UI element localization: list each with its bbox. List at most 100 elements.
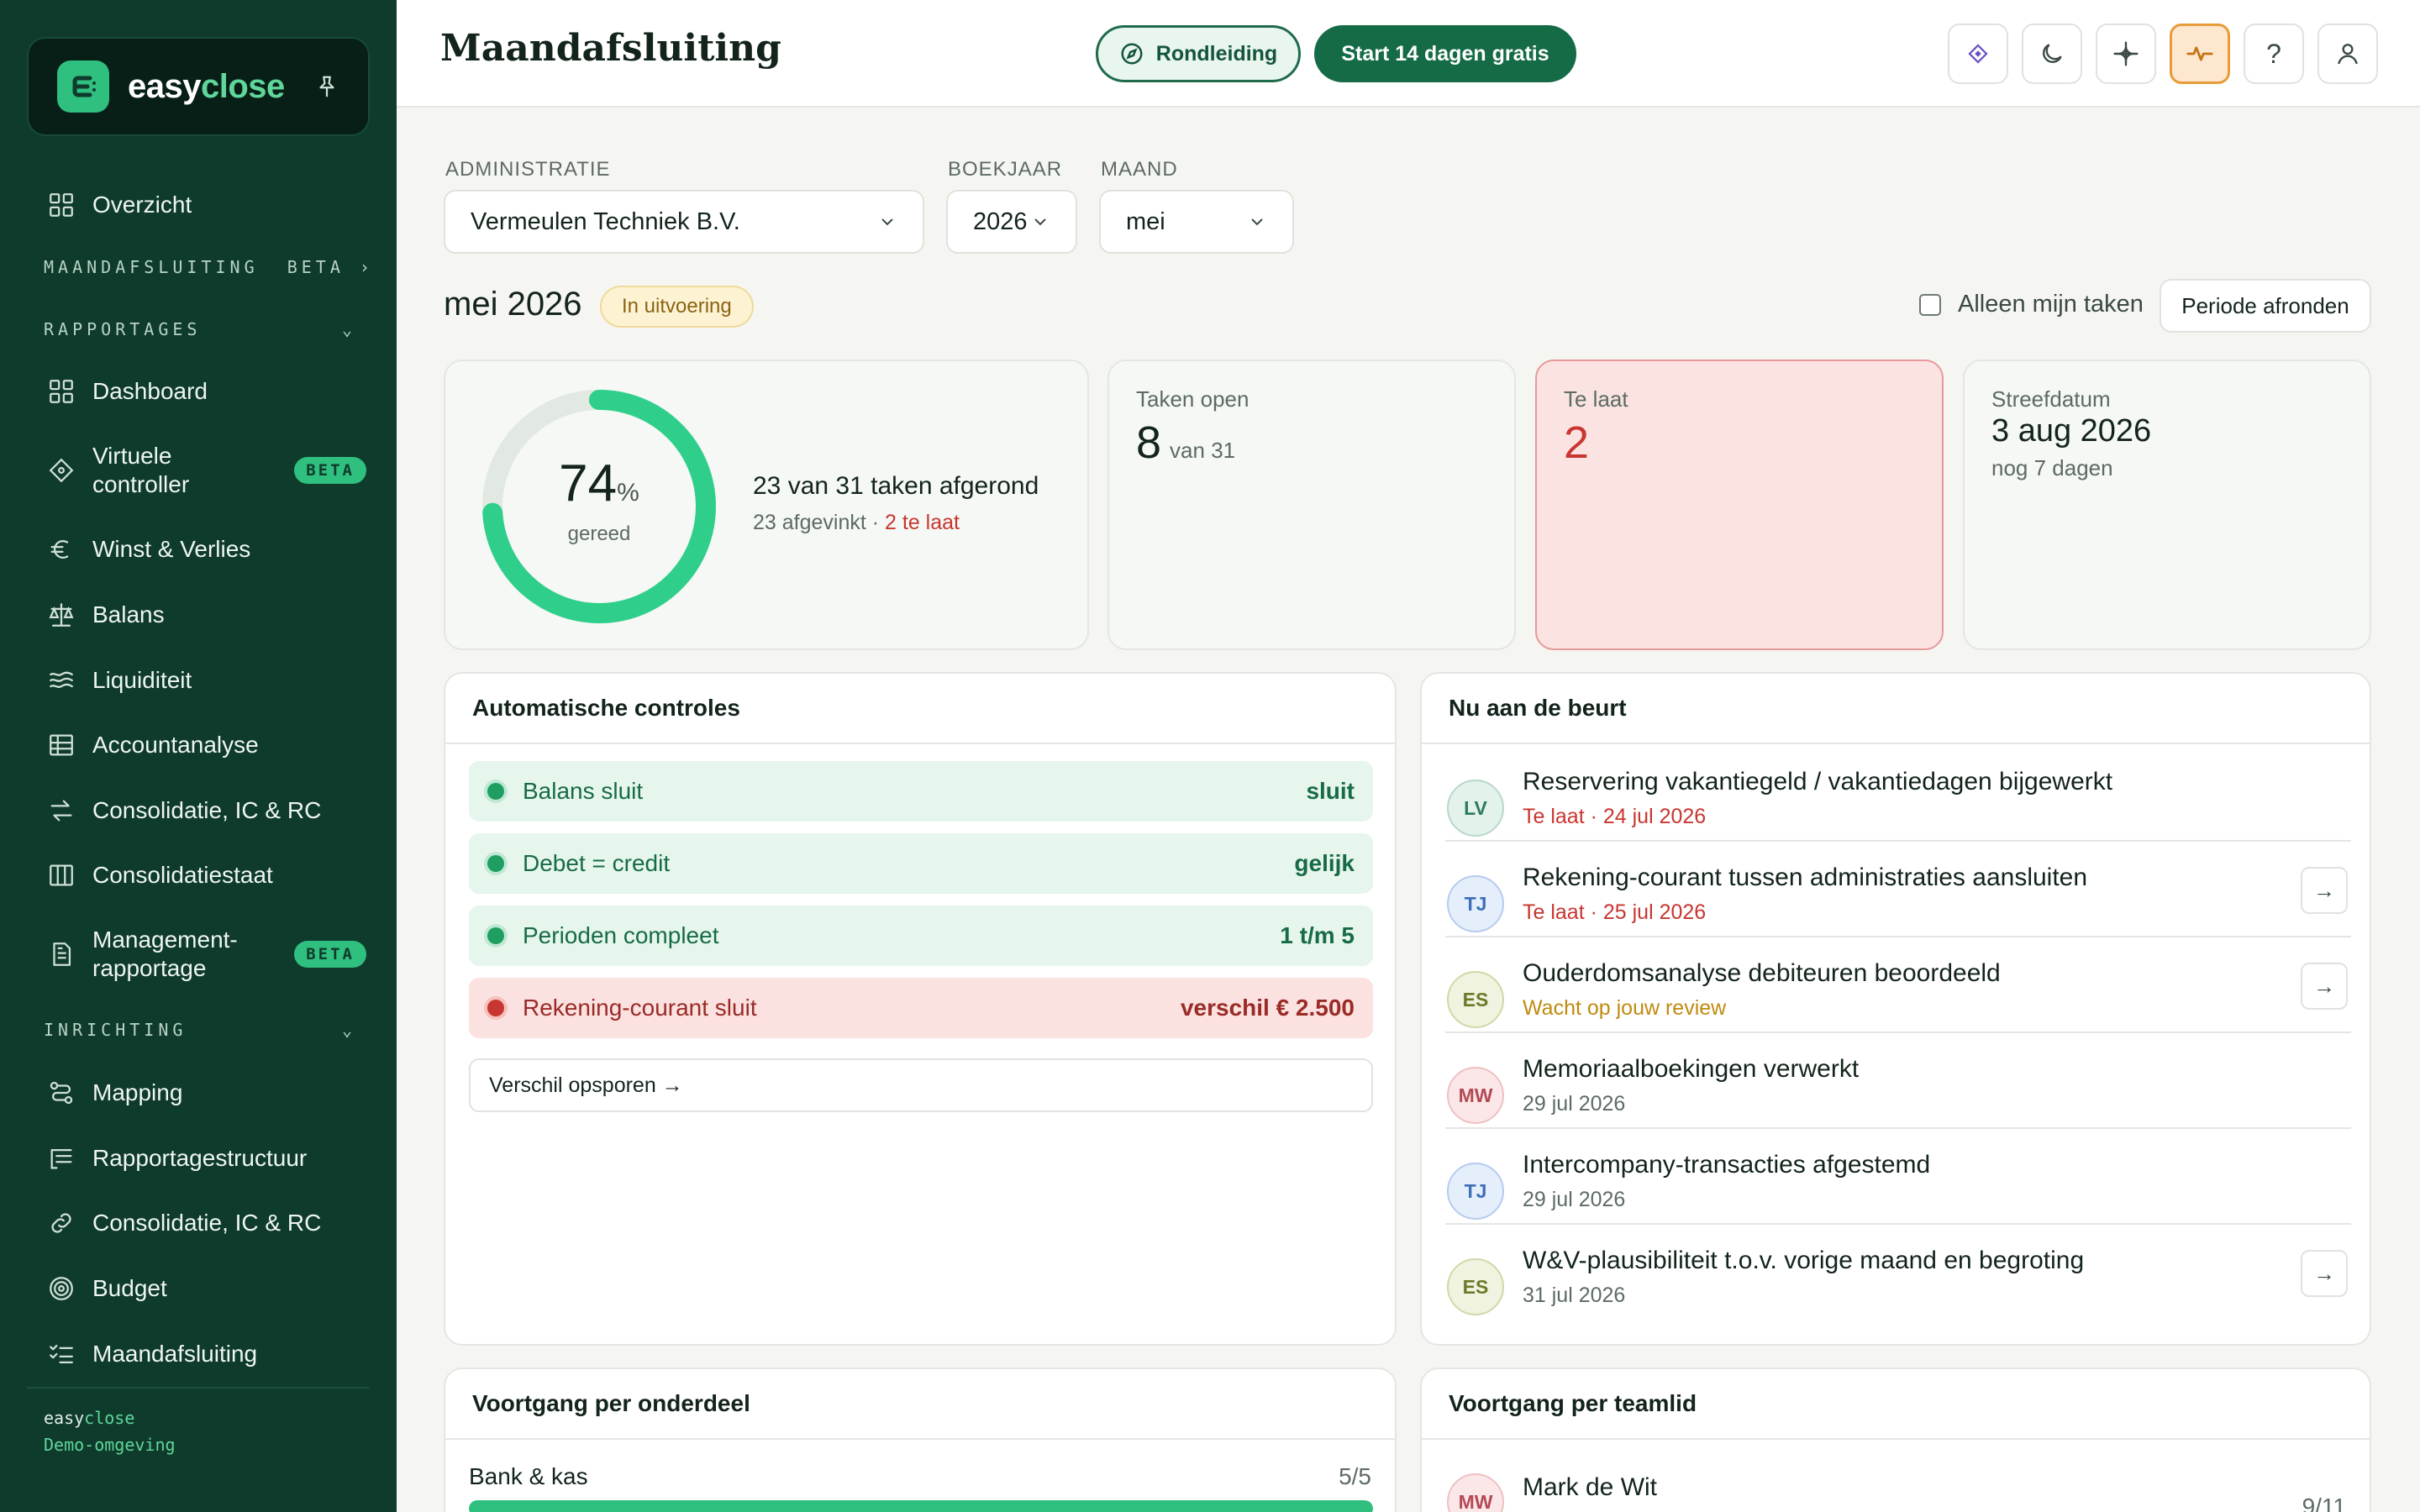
check-value: verschil € 2.500 (1180, 995, 1355, 1021)
task-row[interactable]: ES W&V-plausibiliteit t.o.v. vorige maan… (1445, 1225, 2351, 1320)
arrow-right-icon[interactable]: → (2301, 867, 2348, 914)
dark-mode-button[interactable] (2022, 24, 2082, 84)
user-menu-button[interactable] (2317, 24, 2378, 84)
sidebar-item-consolidatie-ic-rc[interactable]: Consolidatie, IC & RC (47, 796, 366, 825)
sidebar-item-budget[interactable]: Budget (47, 1274, 366, 1303)
close-period-button[interactable]: Periode afronden (2160, 279, 2371, 333)
sparkle-icon (2113, 41, 2139, 66)
automatic-checks-card: Automatische controles Balans sluit slui… (444, 672, 1397, 1346)
brand-name: easyclose (128, 67, 285, 105)
check-row: Perioden compleet 1 t/m 5 (469, 906, 1373, 966)
start-trial-button[interactable]: Start 14 dagen gratis (1314, 25, 1576, 82)
trace-difference-button[interactable]: Verschil opsporen → (469, 1058, 1373, 1112)
chevron-down-icon (881, 218, 893, 226)
sidebar-item-rapportagestructuur[interactable]: Rapportagestructuur (47, 1144, 366, 1173)
easyclose-logo-icon (57, 60, 109, 113)
sidebar-item-label: Accountanalyse (92, 732, 259, 758)
progress-caption: gereed (567, 522, 631, 545)
brand-header[interactable]: easyclose (27, 37, 370, 136)
help-button[interactable]: ? (2244, 24, 2304, 84)
sidebar-item-managementrapportage[interactable]: Management- rapportage BETA (47, 926, 366, 983)
progress-percent: 74% (559, 454, 639, 512)
check-value: sluit (1306, 778, 1355, 804)
sidebar-item-label: Management- rapportage (92, 927, 238, 981)
arrow-right-icon[interactable]: → (2301, 1250, 2348, 1297)
check-row: Debet = credit gelijk (469, 833, 1373, 894)
maand-label: MAAND (1101, 158, 1178, 181)
next-up-title: Nu aan de beurt (1422, 674, 2370, 744)
sparkle-button[interactable] (2096, 24, 2156, 84)
progress-by-member-title: Voortgang per teamlid (1422, 1369, 2370, 1440)
user-icon (2338, 44, 2358, 65)
section-rapportages[interactable]: RAPPORTAGES ⌄ (44, 319, 356, 339)
section-count: 5/5 (1339, 1463, 1371, 1489)
task-row[interactable]: TJ Rekening-courant tussen administratie… (1445, 842, 2351, 937)
task-title: Reservering vakantiegeld / vakantiedagen… (1523, 768, 2113, 795)
tour-label: Rondleiding (1155, 41, 1278, 66)
sidebar-item-label: Virtuele controller (92, 443, 190, 497)
pin-icon[interactable] (314, 74, 339, 99)
ai-diamond-icon (1968, 44, 1988, 64)
sidebar-item-label: Balans (92, 601, 165, 627)
section-label: Bank & kas (469, 1463, 588, 1489)
administratie-select[interactable]: Vermeulen Techniek B.V. (444, 190, 924, 254)
page-title: Maandafsluiting (440, 27, 781, 70)
sidebar-item-maandafsluiting[interactable]: Maandafsluiting (47, 1340, 366, 1368)
section-label: MAANDAFSLUITING BETA (44, 257, 345, 277)
progress-subtitle: 23 afgevinkt · 2 te laat (753, 511, 960, 534)
task-meta: 29 jul 2026 (1523, 1188, 1626, 1211)
avatar: TJ (1447, 875, 1504, 932)
avatar: LV (1447, 780, 1504, 837)
topbar: Maandafsluiting Rondleiding Start 14 dag… (397, 0, 2420, 108)
chevron-down-icon: ⌄ (341, 1020, 356, 1040)
sidebar-item-accountanalyse[interactable]: Accountanalyse (47, 731, 366, 759)
tour-button[interactable]: Rondleiding (1096, 25, 1301, 82)
task-meta: 29 jul 2026 (1523, 1092, 1626, 1116)
section-progress-bar (469, 1500, 1373, 1512)
check-value: gelijk (1294, 850, 1355, 876)
status-dot (487, 783, 504, 800)
sidebar-item-label: Mapping (92, 1079, 183, 1105)
link-icon (51, 1213, 71, 1233)
sidebar-item-liquiditeit[interactable]: Liquiditeit (47, 666, 366, 695)
check-label: Perioden compleet (523, 922, 719, 948)
section-inrichting[interactable]: INRICHTING ⌄ (44, 1020, 356, 1040)
due-date-value: 3 aug 2026 (1991, 413, 2152, 449)
checklist-icon (50, 1344, 73, 1364)
sidebar-item-virtuele-controller[interactable]: Virtuele controller BETA (47, 442, 366, 499)
sidebar-footer: easyclose Demo-omgeving (44, 1408, 176, 1455)
sidebar-item-consolidatie-ic-rc-setup[interactable]: Consolidatie, IC & RC (47, 1209, 366, 1237)
moon-icon (2043, 44, 2062, 63)
task-row[interactable]: LV Reservering vakantiegeld / vakantieda… (1445, 746, 2351, 842)
sidebar-item-label: Budget (92, 1275, 167, 1301)
sidebar-item-winst-verlies[interactable]: Winst & Verlies (47, 535, 366, 564)
progress-by-section-title: Voortgang per onderdeel (445, 1369, 1395, 1440)
sidebar-item-mapping[interactable]: Mapping (47, 1079, 366, 1107)
sidebar-item-dashboard[interactable]: Dashboard (47, 377, 366, 406)
only-my-tasks-checkbox[interactable] (1919, 294, 1941, 316)
administratie-value: Vermeulen Techniek B.V. (471, 207, 740, 235)
maand-select[interactable]: mei (1099, 190, 1294, 254)
section-label: RAPPORTAGES (44, 319, 202, 339)
arrow-right-icon[interactable]: → (2301, 963, 2348, 1010)
check-label: Rekening-courant sluit (523, 995, 757, 1021)
section-maandafsluiting[interactable]: MAANDAFSLUITING BETA › (44, 257, 370, 277)
task-meta: Wacht op jouw review (1523, 996, 1727, 1020)
avatar: MW (1447, 1067, 1504, 1124)
sidebar-item-consolidatiestaat[interactable]: Consolidatiestaat (47, 861, 366, 890)
section-progress-fill (469, 1500, 1373, 1512)
check-row: Balans sluit sluit (469, 761, 1373, 822)
team-member-count: 9/11 (2302, 1494, 2346, 1512)
chevron-down-icon (1034, 218, 1046, 226)
sidebar-item-overzicht[interactable]: Overzicht (47, 191, 366, 219)
open-tasks-card: Taken open 8 van 31 (1107, 360, 1516, 650)
task-row[interactable]: MW Memoriaalboekingen verwerkt 29 jul 20… (1445, 1033, 2351, 1129)
automatic-checks-title: Automatische controles (445, 674, 1395, 744)
only-my-tasks-label[interactable]: Alleen mijn taken (1958, 291, 2144, 318)
sidebar-item-balans[interactable]: Balans (47, 601, 366, 629)
boekjaar-select[interactable]: 2026 (946, 190, 1077, 254)
task-row[interactable]: ES Ouderdomsanalyse debiteuren beoordeel… (1445, 937, 2351, 1033)
ai-assistant-button[interactable] (1948, 24, 2008, 84)
task-row[interactable]: TJ Intercompany-transacties afgestemd 29… (1445, 1129, 2351, 1225)
activity-button[interactable] (2170, 24, 2230, 84)
